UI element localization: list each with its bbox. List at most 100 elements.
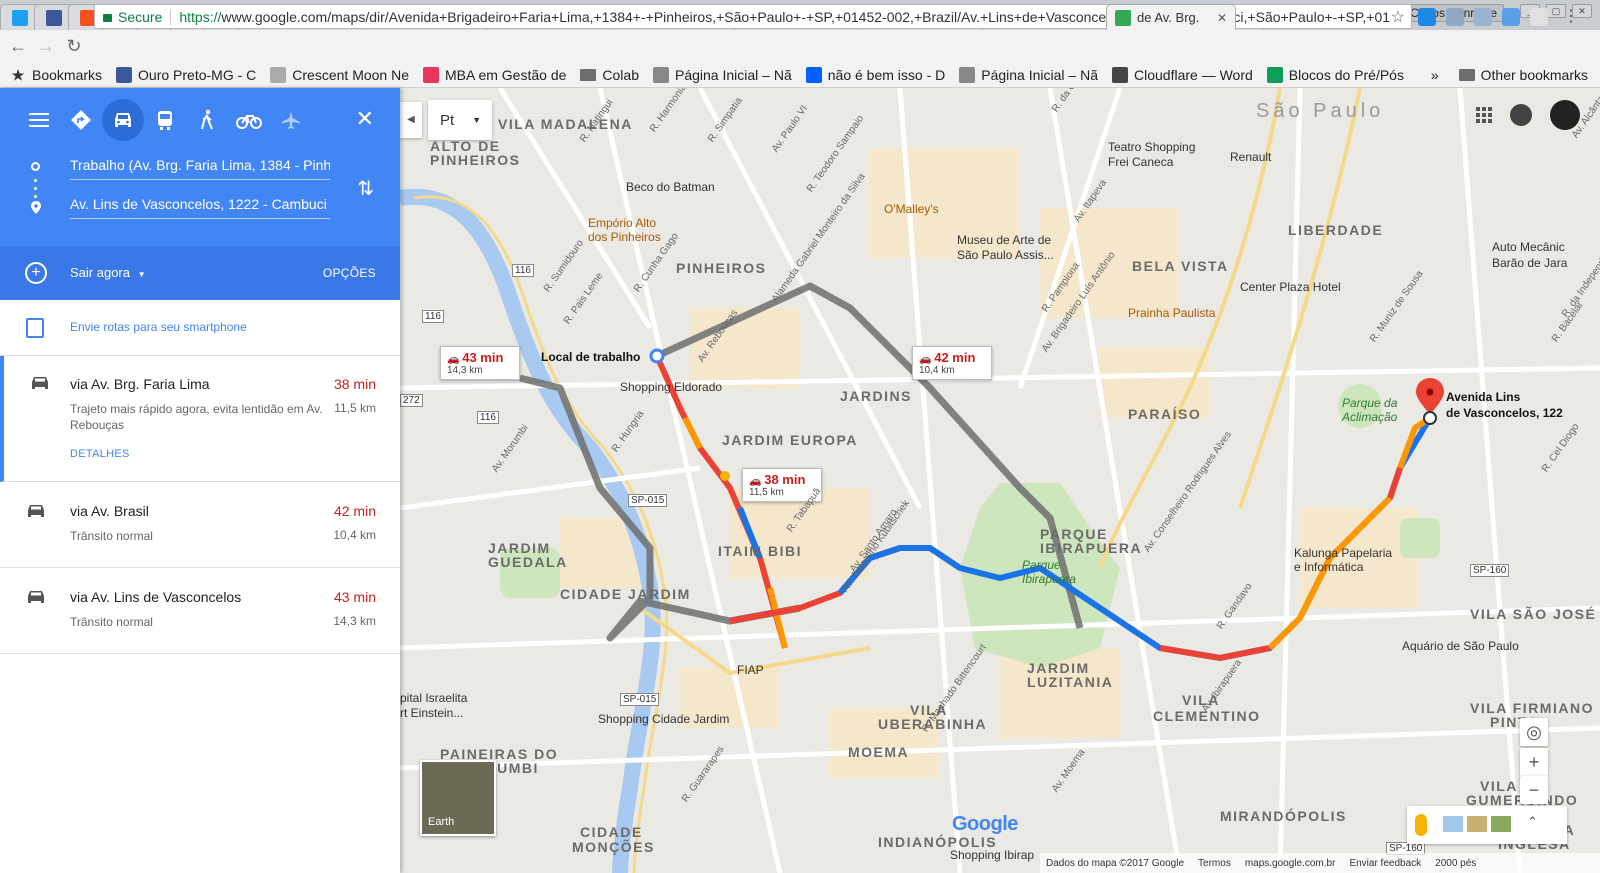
footer-link[interactable]: Termos [1198,858,1231,869]
poi-label[interactable]: Ibirapuera [1022,572,1076,586]
secure-indicator[interactable]: Secure [103,9,162,25]
route-option[interactable]: via Av. Lins de Vasconcelos 43 min Trâns… [0,568,400,654]
imagery-strip[interactable]: ⌃ [1407,806,1567,844]
poi-label[interactable]: Museu de Arte de [957,233,1051,247]
poi-label[interactable]: Renault [1230,150,1271,164]
poi-label[interactable]: Avenida Lins [1446,390,1520,404]
poi-label[interactable]: Parque [1022,558,1061,572]
poi-label[interactable]: dos Pinheiros [588,230,661,244]
district-label: IBIRAPUERA [1040,540,1143,556]
earth-toggle[interactable]: Earth [420,760,496,836]
poi-label[interactable]: Shopping Ibirap [950,848,1034,862]
poi-label[interactable]: Parque da [1342,396,1397,410]
menu-icon[interactable]: ⋮ [1562,6,1580,25]
browser-toolbar: ← → ↻ [0,30,1600,63]
notifications-icon[interactable] [1510,104,1532,126]
bookmark-item[interactable]: ★ Bookmarks [10,67,102,83]
best-route-icon[interactable] [60,99,102,141]
expand-icon[interactable]: ⌃ [1527,814,1538,830]
bookmark-item[interactable]: Blocos do Pré/Pós [1266,67,1404,83]
f-logo-icon [423,67,439,83]
zoom-out-button[interactable]: − [1520,776,1548,804]
map-canvas[interactable]: ◀ Pt ▼ 🚗 43 min 14,3 km 🚗 42 min 10,4 km … [400,88,1600,873]
back-icon[interactable]: ← [4,36,32,57]
route-option[interactable]: via Av. Brasil 42 min Trânsito normal 10… [0,482,400,568]
bookmark-item[interactable]: Colab [580,67,639,83]
tab-active[interactable]: de Av. Brg. ✕ [1106,4,1236,30]
poi-label[interactable]: O'Malley's [884,202,939,216]
route-bubble[interactable]: 🚗 43 min 14,3 km [440,346,520,380]
poi-label[interactable]: de Vasconcelos, 122 [1446,406,1563,420]
poi-label[interactable]: Beco do Batman [626,180,715,194]
footer-link[interactable]: Enviar feedback [1349,858,1421,869]
collapse-panel-button[interactable]: ◀ [400,102,422,138]
leave-now-dropdown[interactable]: Sair agora ▼ [70,265,146,280]
my-location-icon[interactable]: ◎ [1520,718,1548,746]
send-to-phone[interactable]: Envie rotas para seu smartphone [0,300,400,356]
imagery-thumb[interactable] [1491,816,1511,832]
dropbox-icon[interactable] [1474,8,1492,26]
transit-mode-icon[interactable] [144,99,186,141]
details-link[interactable]: DETALHES [70,448,130,460]
destination-input[interactable]: Av. Lins de Vasconcelos, 1222 - Cambuci [70,193,330,219]
bookmark-item[interactable]: Página Inicial – Nã [959,67,1098,83]
poi-label[interactable]: rt Einstein... [400,706,463,720]
poi-label[interactable]: Shopping Eldorado [620,380,722,394]
route-bubble[interactable]: 🚗 42 min 10,4 km [912,346,992,380]
generic-icon [653,67,669,83]
bookmark-item[interactable]: MBA em Gestão de [423,67,566,83]
add-stop-icon[interactable]: + [25,262,47,284]
bookmark-item[interactable]: Página Inicial – Nã [653,67,792,83]
route-option[interactable]: via Av. Brg. Faria Lima 38 min Trajeto m… [0,356,400,482]
footer-link[interactable]: maps.google.com.br [1245,858,1336,869]
imagery-thumb[interactable] [1443,816,1463,832]
car-mode-icon[interactable] [102,99,144,141]
bookmarks-overflow-icon[interactable]: » [1431,67,1439,83]
poi-label[interactable]: Aquário de São Paulo [1402,639,1519,653]
reload-icon[interactable]: ↻ [60,36,88,57]
options-button[interactable]: OPÇÕES [323,266,376,280]
poi-label[interactable]: Kalunga Papelaria [1294,546,1392,560]
extension-icon[interactable] [1502,8,1520,26]
bookmark-item[interactable]: Cloudflare — Word [1112,67,1253,83]
poi-label[interactable]: Teatro Shopping [1108,140,1195,154]
poi-label[interactable]: pital Israelita [400,691,467,705]
poi-label[interactable]: Empório Alto [588,216,656,230]
extension-icon[interactable] [1446,8,1464,26]
poi-label[interactable]: Local de trabalho [541,350,640,364]
menu-icon[interactable] [18,99,60,141]
poi-label[interactable]: Aclimação [1342,410,1397,424]
swap-icon[interactable]: ⇅ [357,176,374,201]
close-tab-icon[interactable]: ✕ [1217,11,1227,25]
car-icon: 🚗 [749,476,762,487]
imagery-thumb[interactable] [1467,816,1487,832]
poi-label[interactable]: Prainha Paulista [1128,306,1215,320]
poi-label[interactable]: Shopping Cidade Jardim [598,712,729,726]
poi-label[interactable]: FIAP [737,663,764,677]
bookmark-item[interactable]: não é bem isso - D [805,67,945,83]
poi-label[interactable]: Barão de Jara [1492,256,1567,270]
apps-grid-icon[interactable] [1476,107,1492,123]
poi-label[interactable]: Auto Mecânic [1492,240,1565,254]
origin-input[interactable]: Trabalho (Av. Brg. Faria Lima, 1384 - Pi… [70,154,330,180]
close-directions-icon[interactable]: ✕ [356,106,374,132]
poi-label[interactable]: Center Plaza Hotel [1240,280,1341,294]
folder-icon [580,69,597,81]
flight-mode-icon[interactable] [270,99,312,141]
bookmark-item[interactable]: Crescent Moon Ne [270,67,409,83]
language-selector[interactable]: Pt ▼ [428,100,492,140]
other-bookmarks[interactable]: Other bookmarks [1458,67,1588,83]
extension-icon[interactable] [1530,8,1548,26]
bookmark-item[interactable]: Ouro Preto-MG - C [116,67,256,83]
bike-mode-icon[interactable] [228,99,270,141]
extension-icon[interactable] [1418,8,1436,26]
poi-label[interactable]: São Paulo Assis... [957,248,1054,262]
poi-label[interactable]: e Informática [1294,560,1363,574]
walk-mode-icon[interactable] [186,99,228,141]
forward-icon[interactable]: → [32,36,60,57]
bookmark-star-icon[interactable]: ☆ [1391,7,1405,27]
pegman-icon[interactable] [1415,814,1427,836]
poi-label[interactable]: Frei Caneca [1108,155,1173,169]
zoom-in-button[interactable]: + [1520,748,1548,776]
favicon-icon [1115,9,1131,26]
